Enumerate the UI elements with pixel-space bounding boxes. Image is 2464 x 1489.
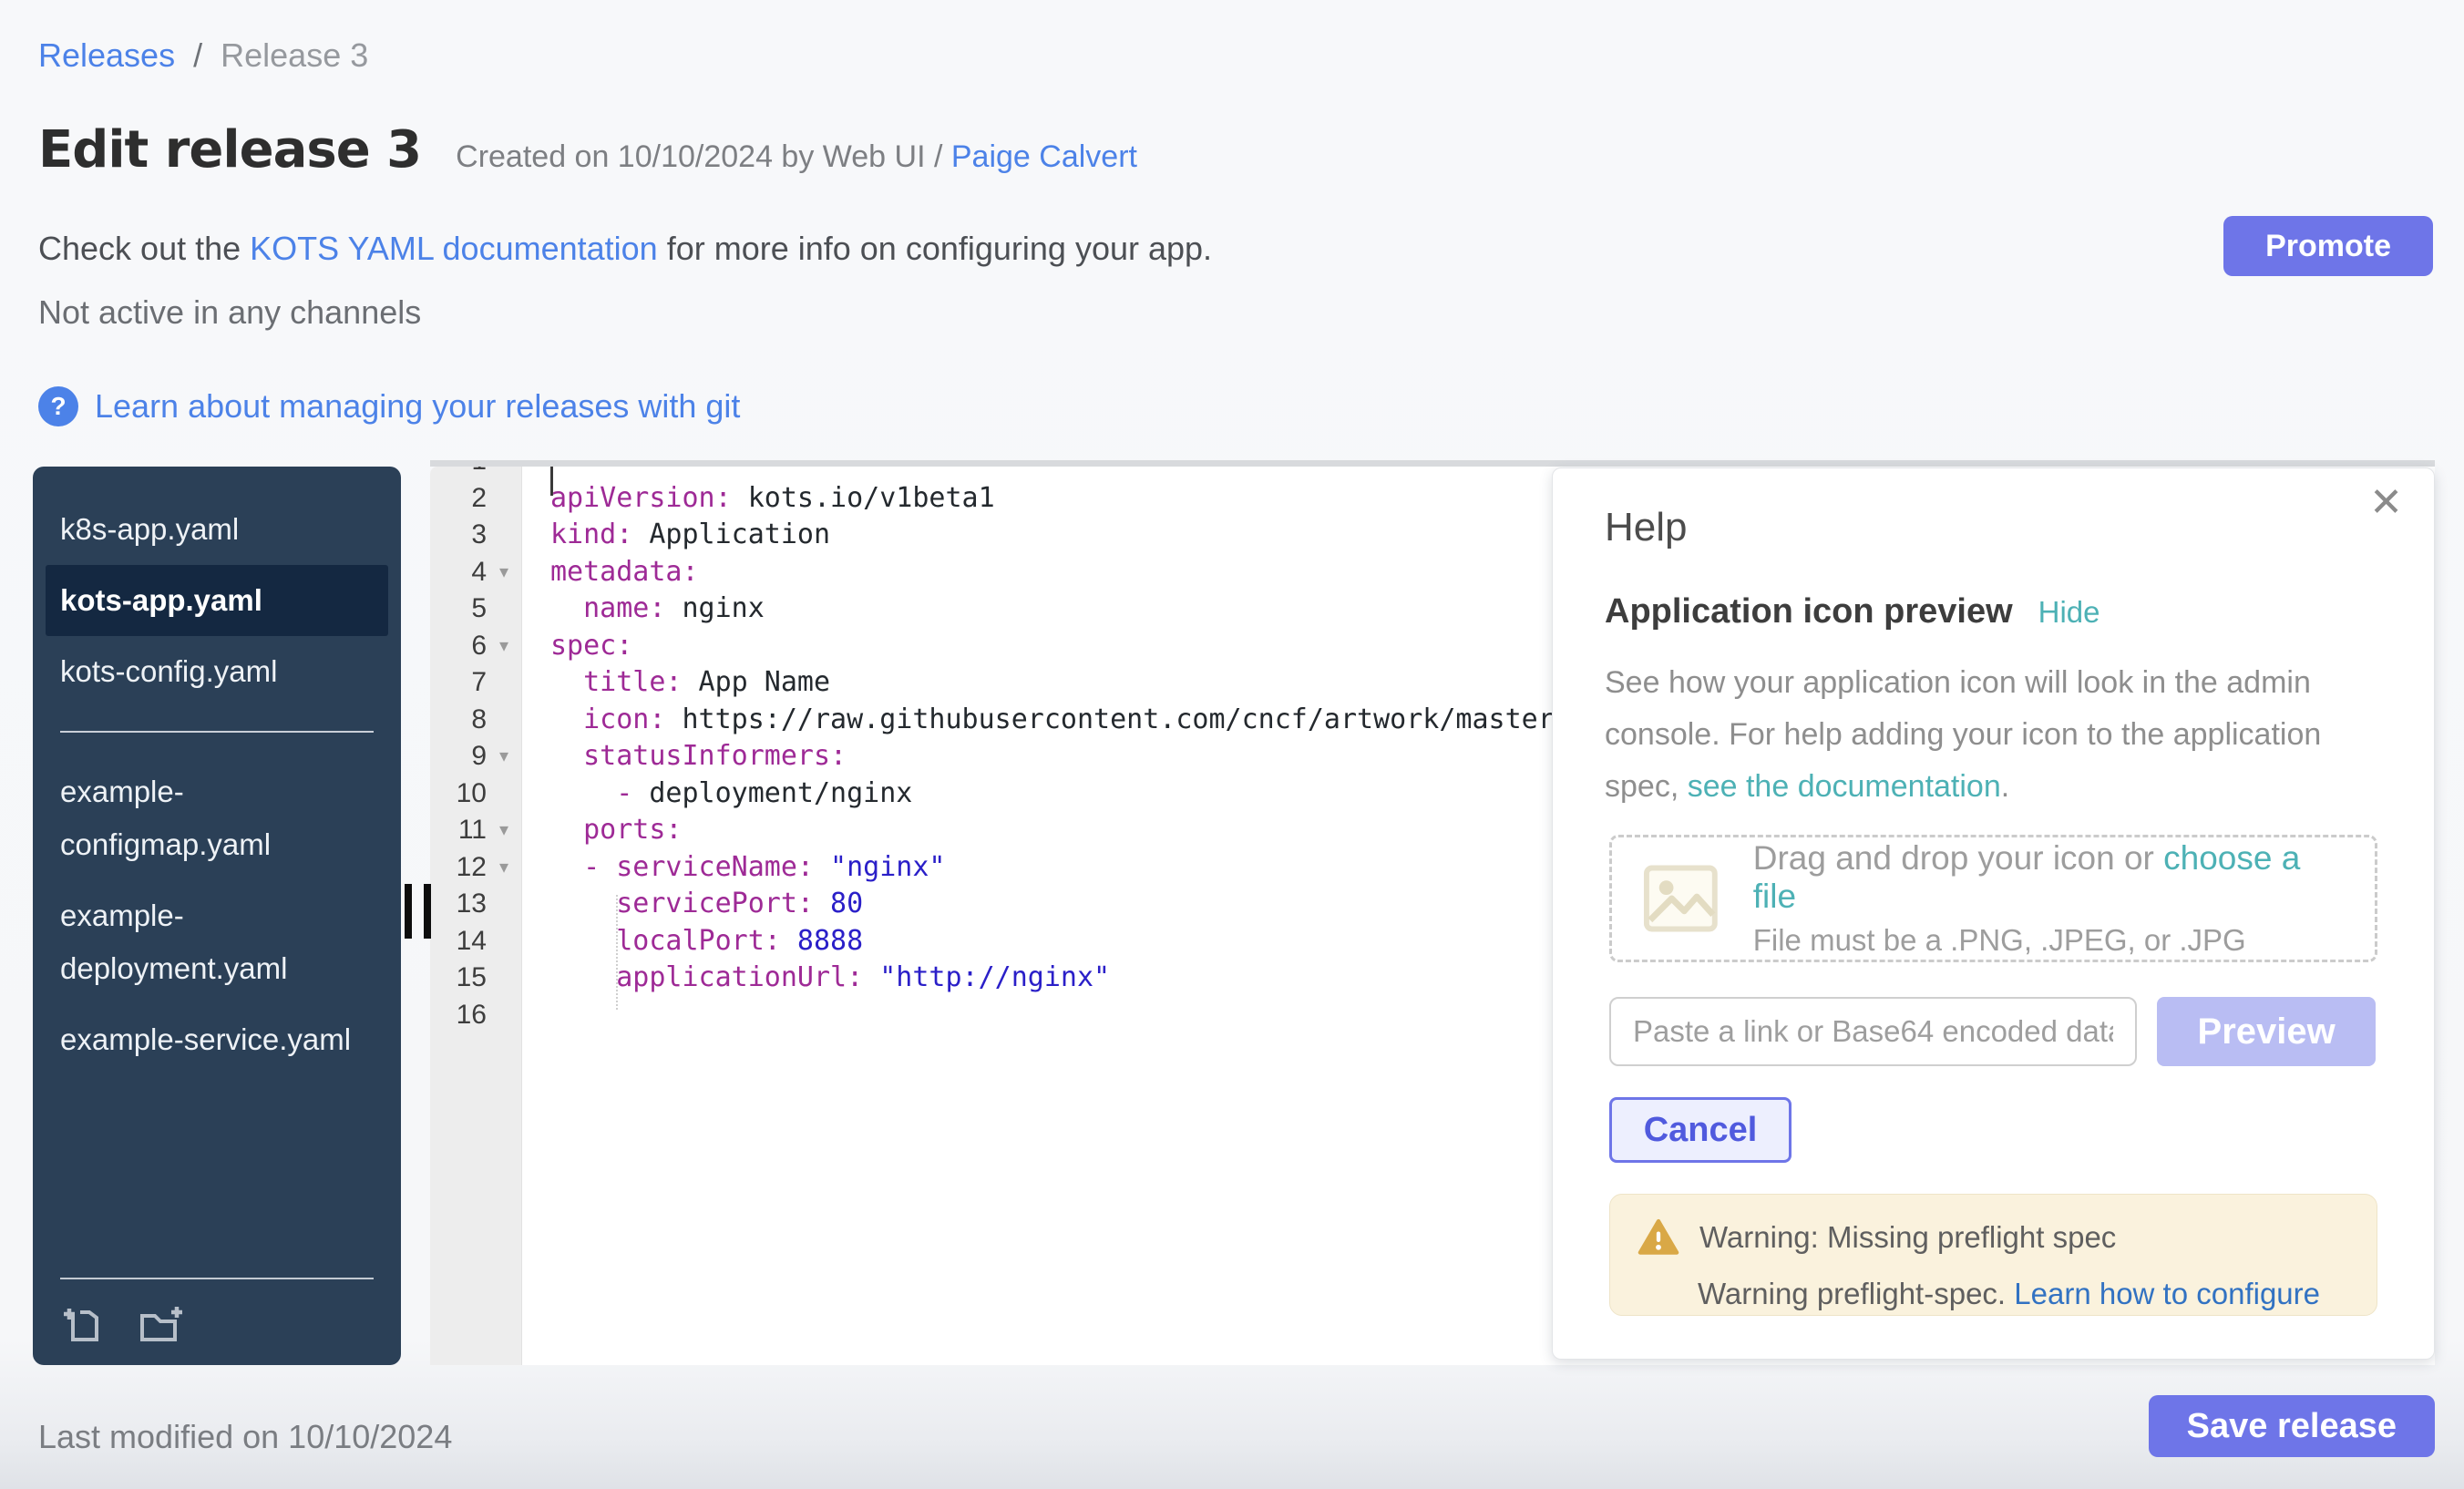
doc-line-suffix: for more info on configuring your app.: [658, 230, 1212, 267]
cancel-button[interactable]: Cancel: [1609, 1097, 1792, 1163]
preflight-warning-box: Warning: Missing preflight spec Warning …: [1609, 1194, 2377, 1316]
warning-title: Warning: Missing preflight spec: [1699, 1220, 2116, 1255]
breadcrumb: Releases / Release 3: [38, 36, 368, 75]
file-group-examples: example-configmap.yamlexample-deployment…: [33, 756, 401, 1075]
hide-link[interactable]: Hide: [2038, 595, 2100, 630]
sidebar-resize-handle[interactable]: [405, 884, 431, 939]
promote-button[interactable]: Promote: [2223, 216, 2433, 276]
section-title: Application icon preview: [1605, 592, 2013, 632]
breadcrumb-current: Release 3: [221, 36, 368, 74]
editor-top-strip: [430, 460, 2435, 467]
created-info: Created on 10/10/2024 by Web UI / Paige …: [456, 139, 1137, 175]
help-body-text: See how your application icon will look …: [1605, 657, 2343, 813]
help-title: Help: [1605, 505, 2376, 550]
dropzone-line2: File must be a .PNG, .JPEG, or .JPG: [1753, 923, 2344, 958]
dropzone-line1-prefix: Drag and drop your icon or: [1753, 839, 2163, 877]
file-item-example-deployment.yaml[interactable]: example-deployment.yaml: [46, 880, 388, 1004]
question-circle-icon: ?: [38, 386, 78, 426]
close-icon[interactable]: ✕: [2369, 483, 2403, 523]
doc-line: Check out the KOTS YAML documentation fo…: [38, 230, 1212, 268]
file-item-example-configmap.yaml[interactable]: example-configmap.yaml: [46, 756, 388, 880]
dropzone-text: Drag and drop your icon or choose a file…: [1753, 839, 2344, 958]
sidebar-divider: [60, 731, 374, 733]
file-sidebar: k8s-app.yamlkots-app.yamlkots-config.yam…: [33, 467, 401, 1365]
git-help-link[interactable]: Learn about managing your releases with …: [95, 387, 740, 426]
kots-yaml-doc-link[interactable]: KOTS YAML documentation: [250, 230, 658, 267]
file-group-kots: k8s-app.yamlkots-app.yamlkots-config.yam…: [33, 494, 401, 707]
warning-detail-prefix: Warning preflight-spec.: [1698, 1277, 2014, 1310]
file-item-kots-app.yaml[interactable]: kots-app.yaml: [46, 565, 388, 636]
page-title: Edit release 3: [38, 120, 421, 180]
help-body-suffix: .: [2001, 769, 2009, 804]
image-placeholder-icon: [1643, 860, 1719, 937]
breadcrumb-releases-link[interactable]: Releases: [38, 36, 175, 74]
warning-detail: Warning preflight-spec. Learn how to con…: [1698, 1277, 2349, 1311]
breadcrumb-separator: /: [193, 36, 202, 74]
preview-button[interactable]: Preview: [2157, 997, 2376, 1066]
file-item-example-service.yaml[interactable]: example-service.yaml: [46, 1004, 388, 1075]
author-link[interactable]: Paige Calvert: [951, 139, 1137, 174]
sidebar-footer: [60, 1278, 374, 1345]
learn-how-to-configure-link[interactable]: Learn how to configure: [2014, 1277, 2320, 1310]
channel-status: Not active in any channels: [38, 293, 421, 332]
page: Releases / Release 3 Edit release 3 Crea…: [0, 0, 2464, 1489]
icon-url-row: Preview: [1609, 997, 2376, 1066]
icon-url-input[interactable]: [1609, 997, 2137, 1066]
save-release-button[interactable]: Save release: [2149, 1395, 2435, 1457]
file-item-kots-config.yaml[interactable]: kots-config.yaml: [46, 636, 388, 707]
title-row: Edit release 3 Created on 10/10/2024 by …: [38, 120, 1137, 180]
warning-triangle-icon: [1638, 1218, 1679, 1257]
created-text: Created on 10/10/2024 by Web UI /: [456, 139, 951, 174]
git-help-row: ? Learn about managing your releases wit…: [38, 386, 740, 426]
new-folder-icon[interactable]: [137, 1301, 184, 1345]
help-panel: ✕ Help Application icon preview Hide See…: [1552, 467, 2435, 1360]
new-file-icon[interactable]: [60, 1301, 104, 1345]
file-item-k8s-app.yaml[interactable]: k8s-app.yaml: [46, 494, 388, 565]
doc-line-prefix: Check out the: [38, 230, 250, 267]
icon-preview-section-header: Application icon preview Hide: [1605, 592, 2376, 632]
last-modified-text: Last modified on 10/10/2024: [38, 1418, 452, 1456]
icon-dropzone[interactable]: Drag and drop your icon or choose a file…: [1609, 835, 2377, 962]
see-documentation-link[interactable]: see the documentation: [1688, 769, 2001, 804]
